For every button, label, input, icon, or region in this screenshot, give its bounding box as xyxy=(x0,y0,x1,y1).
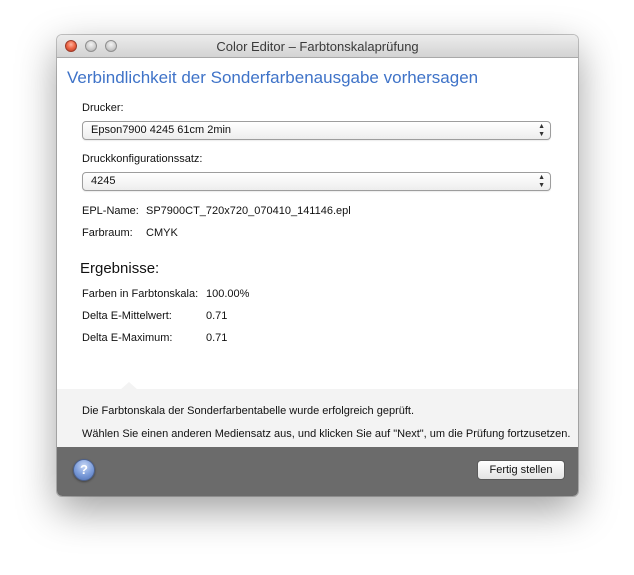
result-value: 0.71 xyxy=(206,310,228,322)
up-down-arrows-icon: ▲ ▼ xyxy=(538,123,545,138)
page-heading: Verbindlichkeit der Sonderfarbenausgabe … xyxy=(67,68,479,87)
info-line-next-step: Wählen Sie einen anderen Mediensatz aus,… xyxy=(82,428,571,440)
config-select-value: 4245 xyxy=(91,175,116,187)
result-value: 100.00% xyxy=(206,288,250,300)
config-label: Druckkonfigurationssatz: xyxy=(82,153,203,165)
printer-select-value: Epson7900 4245 61cm 2min xyxy=(91,124,232,136)
up-down-arrows-icon: ▲ ▼ xyxy=(538,174,545,189)
info-line-success: Die Farbtonskala der Sonderfarbentabelle… xyxy=(82,405,415,417)
finish-button[interactable]: Fertig stellen xyxy=(477,460,565,480)
result-label: Delta E-Mittelwert: xyxy=(82,310,172,322)
color-editor-window: Color Editor – Farbtonskalaprüfung Verbi… xyxy=(57,35,578,496)
printer-label: Drucker: xyxy=(82,102,124,114)
info-panel: Die Farbtonskala der Sonderfarbentabelle… xyxy=(57,389,578,447)
colorspace-label: Farbraum: xyxy=(82,227,133,239)
bottom-bar: ? Fertig stellen xyxy=(57,447,578,496)
config-select[interactable]: 4245 ▲ ▼ xyxy=(82,172,551,191)
epl-label: EPL-Name: xyxy=(82,205,139,217)
result-label: Farben in Farbtonskala: xyxy=(82,288,199,300)
results-heading: Ergebnisse: xyxy=(80,260,160,277)
epl-value: SP7900CT_720x720_070410_141146.epl xyxy=(146,205,351,217)
colorspace-value: CMYK xyxy=(146,227,178,239)
result-value: 0.71 xyxy=(206,332,228,344)
window-title: Color Editor – Farbtonskalaprüfung xyxy=(216,39,419,54)
printer-select[interactable]: Epson7900 4245 61cm 2min ▲ ▼ xyxy=(82,121,551,140)
help-icon[interactable]: ? xyxy=(73,459,95,481)
title-bar[interactable]: Color Editor – Farbtonskalaprüfung xyxy=(57,35,578,58)
result-label: Delta E-Maximum: xyxy=(82,332,173,344)
